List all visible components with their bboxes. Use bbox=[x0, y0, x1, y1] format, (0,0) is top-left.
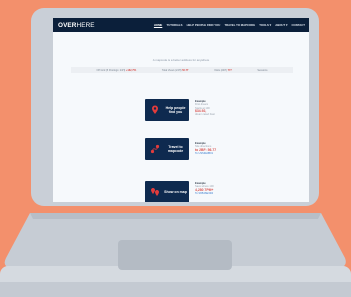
stat-1: Off Grid (5 Postings: 24H) +182,751 bbox=[97, 69, 137, 72]
trackpad bbox=[118, 240, 232, 270]
example-tail: dream rated Fast bbox=[195, 113, 215, 117]
logo-light: HERE bbox=[76, 21, 95, 29]
nav-link-contact[interactable]: CONTACT bbox=[292, 23, 305, 27]
site-logo[interactable]: OVERHERE bbox=[58, 22, 95, 29]
stat-3: Visits (24H) 777 bbox=[214, 69, 232, 72]
nav-link-tools[interactable]: TOOLS ▾ bbox=[259, 23, 271, 27]
show-on-map-label: Show on map bbox=[164, 190, 187, 194]
show-on-map-button[interactable]: Show on map bbox=[145, 181, 189, 202]
navbar: OVERHERE HOME TUTORIALS HELP PEOPLE FIND… bbox=[53, 18, 309, 32]
stat-2-value: 56.7T bbox=[182, 68, 189, 72]
travel-to-mapcode-button[interactable]: Travel to mapcode bbox=[145, 138, 189, 160]
stat-3-value: 777 bbox=[227, 68, 232, 72]
travel-label: Travel to mapcode bbox=[167, 145, 184, 153]
map-pins-icon bbox=[151, 188, 159, 196]
stat-3-label: Visits (24H) bbox=[214, 68, 227, 72]
example-link[interactable]: To 9XB4SE3R4 bbox=[195, 192, 235, 195]
help-people-find-you-button[interactable]: Help people find you bbox=[145, 99, 189, 121]
stat-2-label: Total Views (24H) bbox=[161, 68, 182, 72]
route-icon bbox=[150, 144, 160, 154]
stat-2: Total Views (24H) 56.7T bbox=[162, 69, 189, 72]
travel-example: Example Site directions to 2BF: 56.77 To… bbox=[195, 142, 235, 155]
nav-link-home[interactable]: HOME bbox=[154, 23, 162, 27]
example-link[interactable]: To USS3E3B01 bbox=[195, 152, 235, 155]
help-people-label: Help people find you bbox=[165, 106, 186, 114]
tagline: A mapcode is a better address for anywhe… bbox=[152, 58, 210, 62]
logo-bold: OVER bbox=[58, 21, 77, 29]
stat-1-label: Off Grid (5 Postings: 24H) bbox=[96, 68, 126, 72]
nav-link-help-people[interactable]: HELP PEOPLE FIND YOU bbox=[187, 23, 221, 27]
laptop-base bbox=[0, 213, 351, 297]
laptop-screen: OVERHERE HOME TUTORIALS HELP PEOPLE FIND… bbox=[53, 18, 309, 202]
nav-link-tutorials[interactable]: TUTORIALS bbox=[167, 23, 183, 27]
help-people-example: Example First dream Starts at 100 $34.92… bbox=[195, 100, 235, 116]
nav-link-about[interactable]: ABOUT ▾ bbox=[275, 23, 287, 27]
stats-bar: Off Grid (5 Postings: 24H) +182,751 Tota… bbox=[71, 67, 293, 73]
stat-4-label: Sessions bbox=[257, 68, 268, 72]
stat-1-value: +182,751 bbox=[125, 68, 137, 72]
person-pin-icon bbox=[152, 105, 158, 114]
show-on-map-example: Example Save where 100 4,280 7PM+ To 9XB… bbox=[195, 182, 235, 195]
nav-link-travel[interactable]: TRAVEL TO MAPCODE bbox=[224, 23, 255, 27]
nav-links: HOME TUTORIALS HELP PEOPLE FIND YOU TRAV… bbox=[154, 23, 305, 27]
